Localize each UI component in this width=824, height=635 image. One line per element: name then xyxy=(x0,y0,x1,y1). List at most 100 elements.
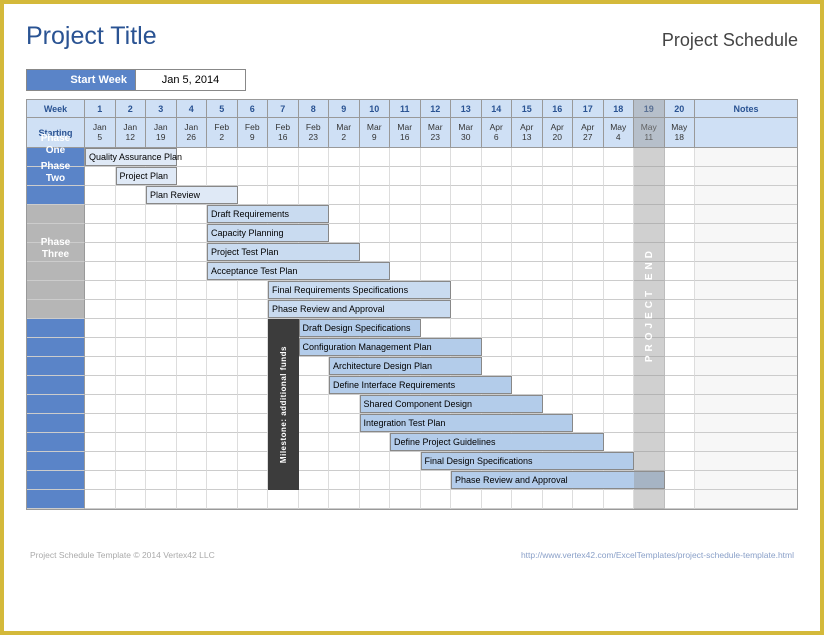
grid-cell[interactable] xyxy=(543,262,574,281)
grid-cell[interactable] xyxy=(116,338,147,357)
notes-cell[interactable] xyxy=(695,224,797,243)
grid-cell[interactable] xyxy=(573,262,604,281)
grid-cell[interactable] xyxy=(665,281,696,300)
grid-cell[interactable] xyxy=(421,243,452,262)
grid-cell[interactable] xyxy=(604,357,635,376)
grid-cell[interactable] xyxy=(604,281,635,300)
grid-cell[interactable] xyxy=(451,262,482,281)
grid-cell[interactable] xyxy=(238,338,269,357)
grid-cell[interactable] xyxy=(512,224,543,243)
grid-cell[interactable] xyxy=(360,452,391,471)
notes-cell[interactable] xyxy=(695,319,797,338)
grid-cell[interactable] xyxy=(207,281,238,300)
grid-cell[interactable] xyxy=(116,300,147,319)
grid-cell[interactable] xyxy=(146,281,177,300)
notes-cell[interactable] xyxy=(695,338,797,357)
grid-cell[interactable] xyxy=(634,243,665,262)
grid-cell[interactable] xyxy=(177,224,208,243)
grid-cell[interactable] xyxy=(512,357,543,376)
grid-cell[interactable] xyxy=(512,167,543,186)
grid-cell[interactable] xyxy=(543,281,574,300)
grid-cell[interactable] xyxy=(665,433,696,452)
grid-cell[interactable] xyxy=(329,414,360,433)
grid-cell[interactable] xyxy=(238,300,269,319)
grid-cell[interactable] xyxy=(390,148,421,167)
grid-cell[interactable] xyxy=(543,243,574,262)
grid-cell[interactable] xyxy=(238,471,269,490)
grid-cell[interactable] xyxy=(207,414,238,433)
grid-cell[interactable] xyxy=(177,471,208,490)
grid-cell[interactable] xyxy=(238,167,269,186)
grid-cell[interactable] xyxy=(512,281,543,300)
grid-cell[interactable] xyxy=(512,148,543,167)
grid-cell[interactable] xyxy=(207,148,238,167)
grid-cell[interactable] xyxy=(177,205,208,224)
grid-cell[interactable] xyxy=(299,148,330,167)
grid-cell[interactable] xyxy=(207,167,238,186)
grid-cell[interactable] xyxy=(543,205,574,224)
grid-cell[interactable] xyxy=(451,281,482,300)
grid-cell[interactable] xyxy=(482,224,513,243)
grid-cell[interactable] xyxy=(421,490,452,509)
grid-cell[interactable] xyxy=(116,281,147,300)
grid-cell[interactable] xyxy=(360,148,391,167)
grid-cell[interactable] xyxy=(665,414,696,433)
grid-cell[interactable] xyxy=(634,338,665,357)
notes-cell[interactable] xyxy=(695,243,797,262)
grid-cell[interactable] xyxy=(85,490,116,509)
grid-cell[interactable] xyxy=(543,300,574,319)
task-bar[interactable]: Plan Review xyxy=(146,186,238,204)
task-bar[interactable]: Quality Assurance Plan xyxy=(85,148,177,166)
grid-cell[interactable] xyxy=(390,186,421,205)
grid-cell[interactable] xyxy=(146,490,177,509)
grid-cell[interactable] xyxy=(512,490,543,509)
task-bar[interactable]: Define Project Guidelines xyxy=(390,433,604,451)
grid-cell[interactable] xyxy=(573,281,604,300)
grid-cell[interactable] xyxy=(665,224,696,243)
grid-cell[interactable] xyxy=(299,433,330,452)
grid-cell[interactable] xyxy=(329,490,360,509)
grid-cell[interactable] xyxy=(512,186,543,205)
grid-cell[interactable] xyxy=(512,243,543,262)
grid-cell[interactable] xyxy=(512,319,543,338)
grid-cell[interactable] xyxy=(329,167,360,186)
grid-cell[interactable] xyxy=(177,433,208,452)
grid-cell[interactable] xyxy=(207,433,238,452)
task-bar[interactable]: Draft Design Specifications xyxy=(299,319,421,337)
grid-cell[interactable] xyxy=(238,281,269,300)
grid-cell[interactable] xyxy=(543,338,574,357)
grid-cell[interactable] xyxy=(512,300,543,319)
grid-cell[interactable] xyxy=(573,186,604,205)
grid-cell[interactable] xyxy=(665,452,696,471)
grid-cell[interactable] xyxy=(451,167,482,186)
grid-cell[interactable] xyxy=(146,243,177,262)
grid-cell[interactable] xyxy=(116,224,147,243)
grid-cell[interactable] xyxy=(146,300,177,319)
notes-cell[interactable] xyxy=(695,300,797,319)
grid-cell[interactable] xyxy=(116,395,147,414)
grid-cell[interactable] xyxy=(665,243,696,262)
grid-cell[interactable] xyxy=(604,433,635,452)
grid-cell[interactable] xyxy=(604,395,635,414)
grid-cell[interactable] xyxy=(543,224,574,243)
grid-cell[interactable] xyxy=(512,205,543,224)
grid-cell[interactable] xyxy=(634,205,665,224)
grid-cell[interactable] xyxy=(573,490,604,509)
grid-cell[interactable] xyxy=(329,148,360,167)
grid-cell[interactable] xyxy=(360,471,391,490)
grid-cell[interactable] xyxy=(146,395,177,414)
grid-cell[interactable] xyxy=(665,319,696,338)
grid-cell[interactable] xyxy=(451,148,482,167)
grid-cell[interactable] xyxy=(634,376,665,395)
grid-cell[interactable] xyxy=(85,471,116,490)
grid-cell[interactable] xyxy=(207,319,238,338)
notes-cell[interactable] xyxy=(695,281,797,300)
grid-cell[interactable] xyxy=(451,300,482,319)
grid-cell[interactable] xyxy=(390,224,421,243)
task-bar[interactable]: Acceptance Test Plan xyxy=(207,262,390,280)
grid-cell[interactable] xyxy=(238,357,269,376)
notes-cell[interactable] xyxy=(695,414,797,433)
notes-cell[interactable] xyxy=(695,148,797,167)
footer-link[interactable]: http://www.vertex42.com/ExcelTemplates/p… xyxy=(521,550,794,560)
grid-cell[interactable] xyxy=(360,433,391,452)
